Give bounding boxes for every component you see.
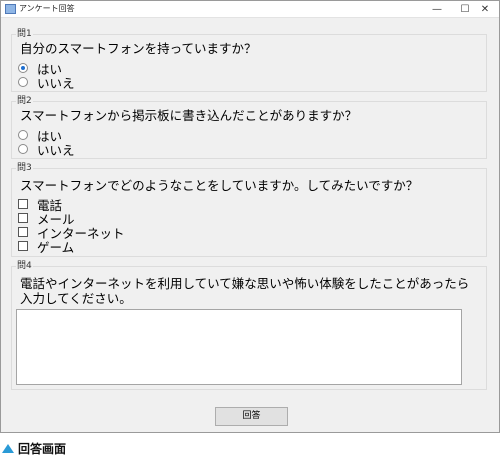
question-3-label: 問3 — [16, 162, 33, 174]
caption-text: 回答画面 — [18, 441, 67, 456]
radio-selected-icon[interactable] — [18, 63, 28, 73]
close-button[interactable]: ✕ — [471, 1, 499, 18]
figure-caption: 回答画面 — [2, 440, 66, 456]
q3-option-game-label: ゲーム — [37, 239, 75, 255]
question-4-text: 電話やインターネットを利用していて嫌な思いや怖い体験をしたことがあったら入力して… — [20, 276, 470, 306]
checkbox-icon[interactable] — [18, 227, 28, 237]
checkbox-icon[interactable] — [18, 213, 28, 223]
question-1-group: 問1 自分のスマートフォンを持っていますか？ はい いいえ — [11, 28, 487, 92]
question-3-group: 問3 スマートフォンでどのようなことをしていますか。してみたいですか？ 電話 メ… — [11, 162, 487, 257]
q2-option-no-label: いいえ — [37, 142, 75, 158]
question-3-text: スマートフォンでどのようなことをしていますか。してみたいですか？ — [20, 178, 419, 193]
question-2-group: 問2 スマートフォンから掲示板に書き込んだことがありますか？ はい いいえ — [11, 95, 487, 159]
radio-icon[interactable] — [18, 130, 28, 140]
question-4-label: 問4 — [16, 260, 33, 272]
app-icon — [5, 4, 16, 14]
checkbox-icon[interactable] — [18, 199, 28, 209]
question-1-text: 自分のスマートフォンを持っていますか？ — [20, 41, 257, 56]
question-4-group: 問4 電話やインターネットを利用していて嫌な思いや怖い体験をしたことがあったら入… — [11, 260, 487, 390]
minimize-button[interactable]: — — [423, 1, 451, 18]
q1-option-no[interactable]: いいえ — [18, 75, 75, 91]
survey-window: アンケート回答 — ☐ ✕ 問1 自分のスマートフォンを持っていますか？ はい … — [0, 0, 500, 433]
radio-icon[interactable] — [18, 77, 28, 87]
answer-textarea[interactable] — [16, 309, 462, 385]
submit-button[interactable]: 回答 — [215, 407, 288, 426]
q3-option-game[interactable]: ゲーム — [18, 239, 75, 255]
window-title: アンケート回答 — [19, 4, 75, 13]
question-2-text: スマートフォンから掲示板に書き込んだことがありますか？ — [20, 108, 358, 123]
question-2-label: 問2 — [16, 95, 33, 107]
triangle-icon — [2, 443, 14, 453]
title-bar: アンケート回答 — ☐ ✕ — [1, 1, 499, 18]
question-1-label: 問1 — [16, 28, 33, 40]
checkbox-icon[interactable] — [18, 241, 28, 251]
radio-icon[interactable] — [18, 144, 28, 154]
q2-option-no[interactable]: いいえ — [18, 142, 75, 158]
q1-option-no-label: いいえ — [37, 75, 75, 91]
